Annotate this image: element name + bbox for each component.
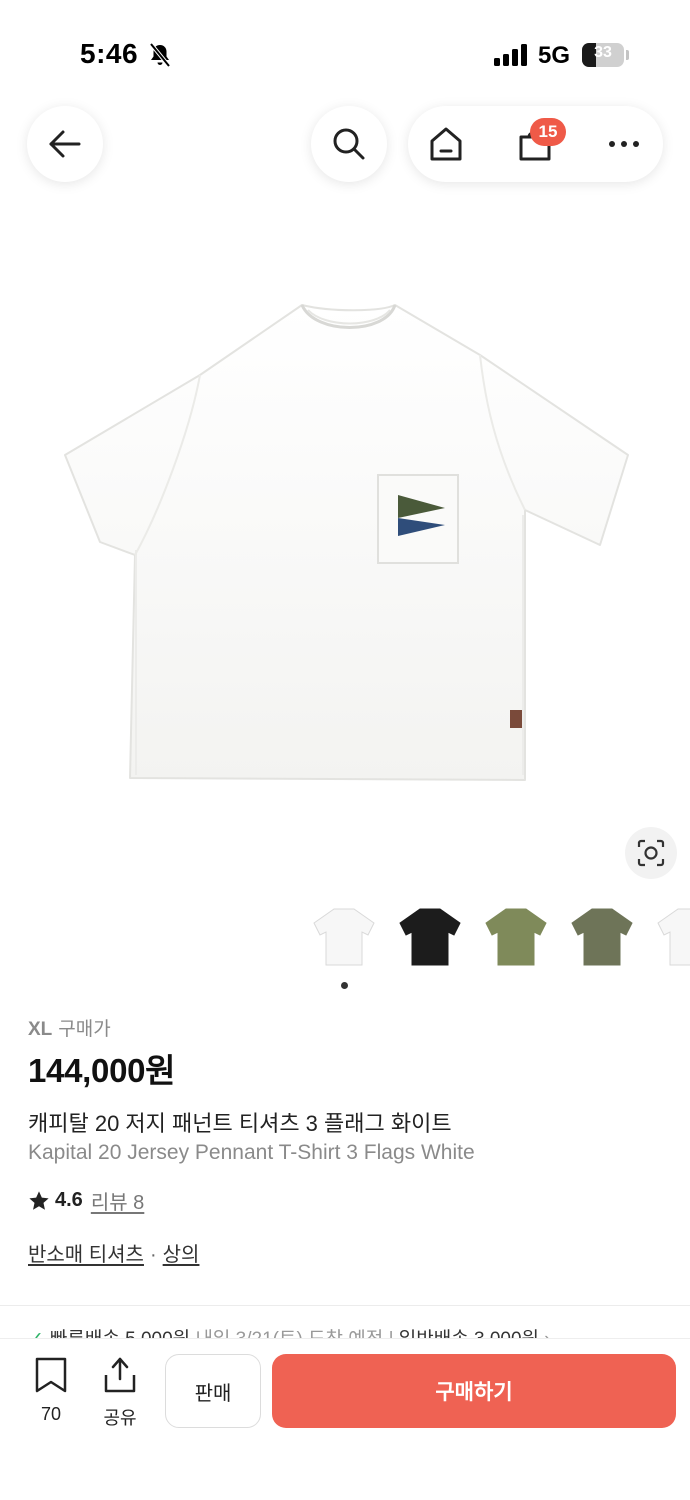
price-type-label: 구매가 [58,1019,111,1040]
category-link-tshirts[interactable]: 반소매 티셔츠 [28,1244,144,1266]
more-button[interactable] [600,120,648,168]
back-button[interactable] [27,106,103,182]
status-bar: 5:46 5G 33 [0,0,690,100]
size-price-label: XL 구매가 [28,1014,111,1041]
share-label: 공유 [103,1408,137,1428]
thumbnail-shirt [399,908,461,966]
cart-badge: 15 [530,118,566,146]
divider [0,1305,690,1306]
product-name-en: Kapital 20 Jersey Pennant T-Shirt 3 Flag… [28,1141,475,1164]
more-horizontal-icon [609,141,639,147]
thumbnail-shirt [571,908,633,966]
thumbnail-shirt [485,908,547,966]
battery-cap [626,50,629,60]
thumbnail-black[interactable] [394,903,466,971]
share-button[interactable]: 공유 [97,1357,143,1430]
price: 144,000원 [28,1052,176,1089]
visual-search-button[interactable] [625,827,677,879]
battery-icon: 33 [582,43,624,67]
thumbnail-white[interactable] [308,903,380,971]
buy-button[interactable]: 구매하기 [272,1354,676,1428]
status-time: 5:46 [80,38,139,69]
star-icon [29,1190,49,1210]
bell-slash-icon [149,42,171,68]
lens-scan-icon [637,839,665,867]
product-image[interactable] [40,280,650,800]
size-label: XL [28,1019,53,1040]
search-button[interactable] [311,106,387,182]
product-name-ko: 캐피탈 20 저지 패넌트 티셔츠 3 플래그 화이트 [28,1111,452,1136]
color-thumbnails [308,903,690,971]
share-icon [104,1357,136,1393]
home-icon [430,127,462,161]
rating: 4.6 리뷰 8 [28,1186,144,1215]
nav-actions: 15 [408,106,663,182]
rating-value: 4.6 [55,1189,83,1211]
thumbnail-olive[interactable] [480,903,552,971]
home-button[interactable] [422,120,470,168]
category-breadcrumb: 반소매 티셔츠 · 상의 [28,1238,199,1267]
thumbnail-shirt [657,908,690,966]
category-separator: · [149,1244,157,1266]
thumbnail-khaki[interactable] [566,903,638,971]
signal-icon [494,44,527,66]
network-label: 5G [538,42,571,69]
review-link[interactable]: 리뷰 8 [91,1186,144,1215]
bottom-action-bar: 70 공유 판매 구매하기 [0,1338,690,1500]
search-icon [333,128,365,160]
wishlist-button[interactable]: 70 [28,1357,74,1425]
battery-level: 33 [594,44,612,61]
sell-button[interactable]: 판매 [165,1354,261,1428]
thumbnail-white-2[interactable] [652,903,690,971]
arrow-left-icon [49,130,81,158]
wishlist-count: 70 [40,1404,62,1424]
category-link-tops[interactable]: 상의 [163,1244,200,1266]
thumbnail-shirt [313,908,375,966]
page-indicator-dot [341,982,348,989]
bookmark-icon [35,1357,67,1393]
